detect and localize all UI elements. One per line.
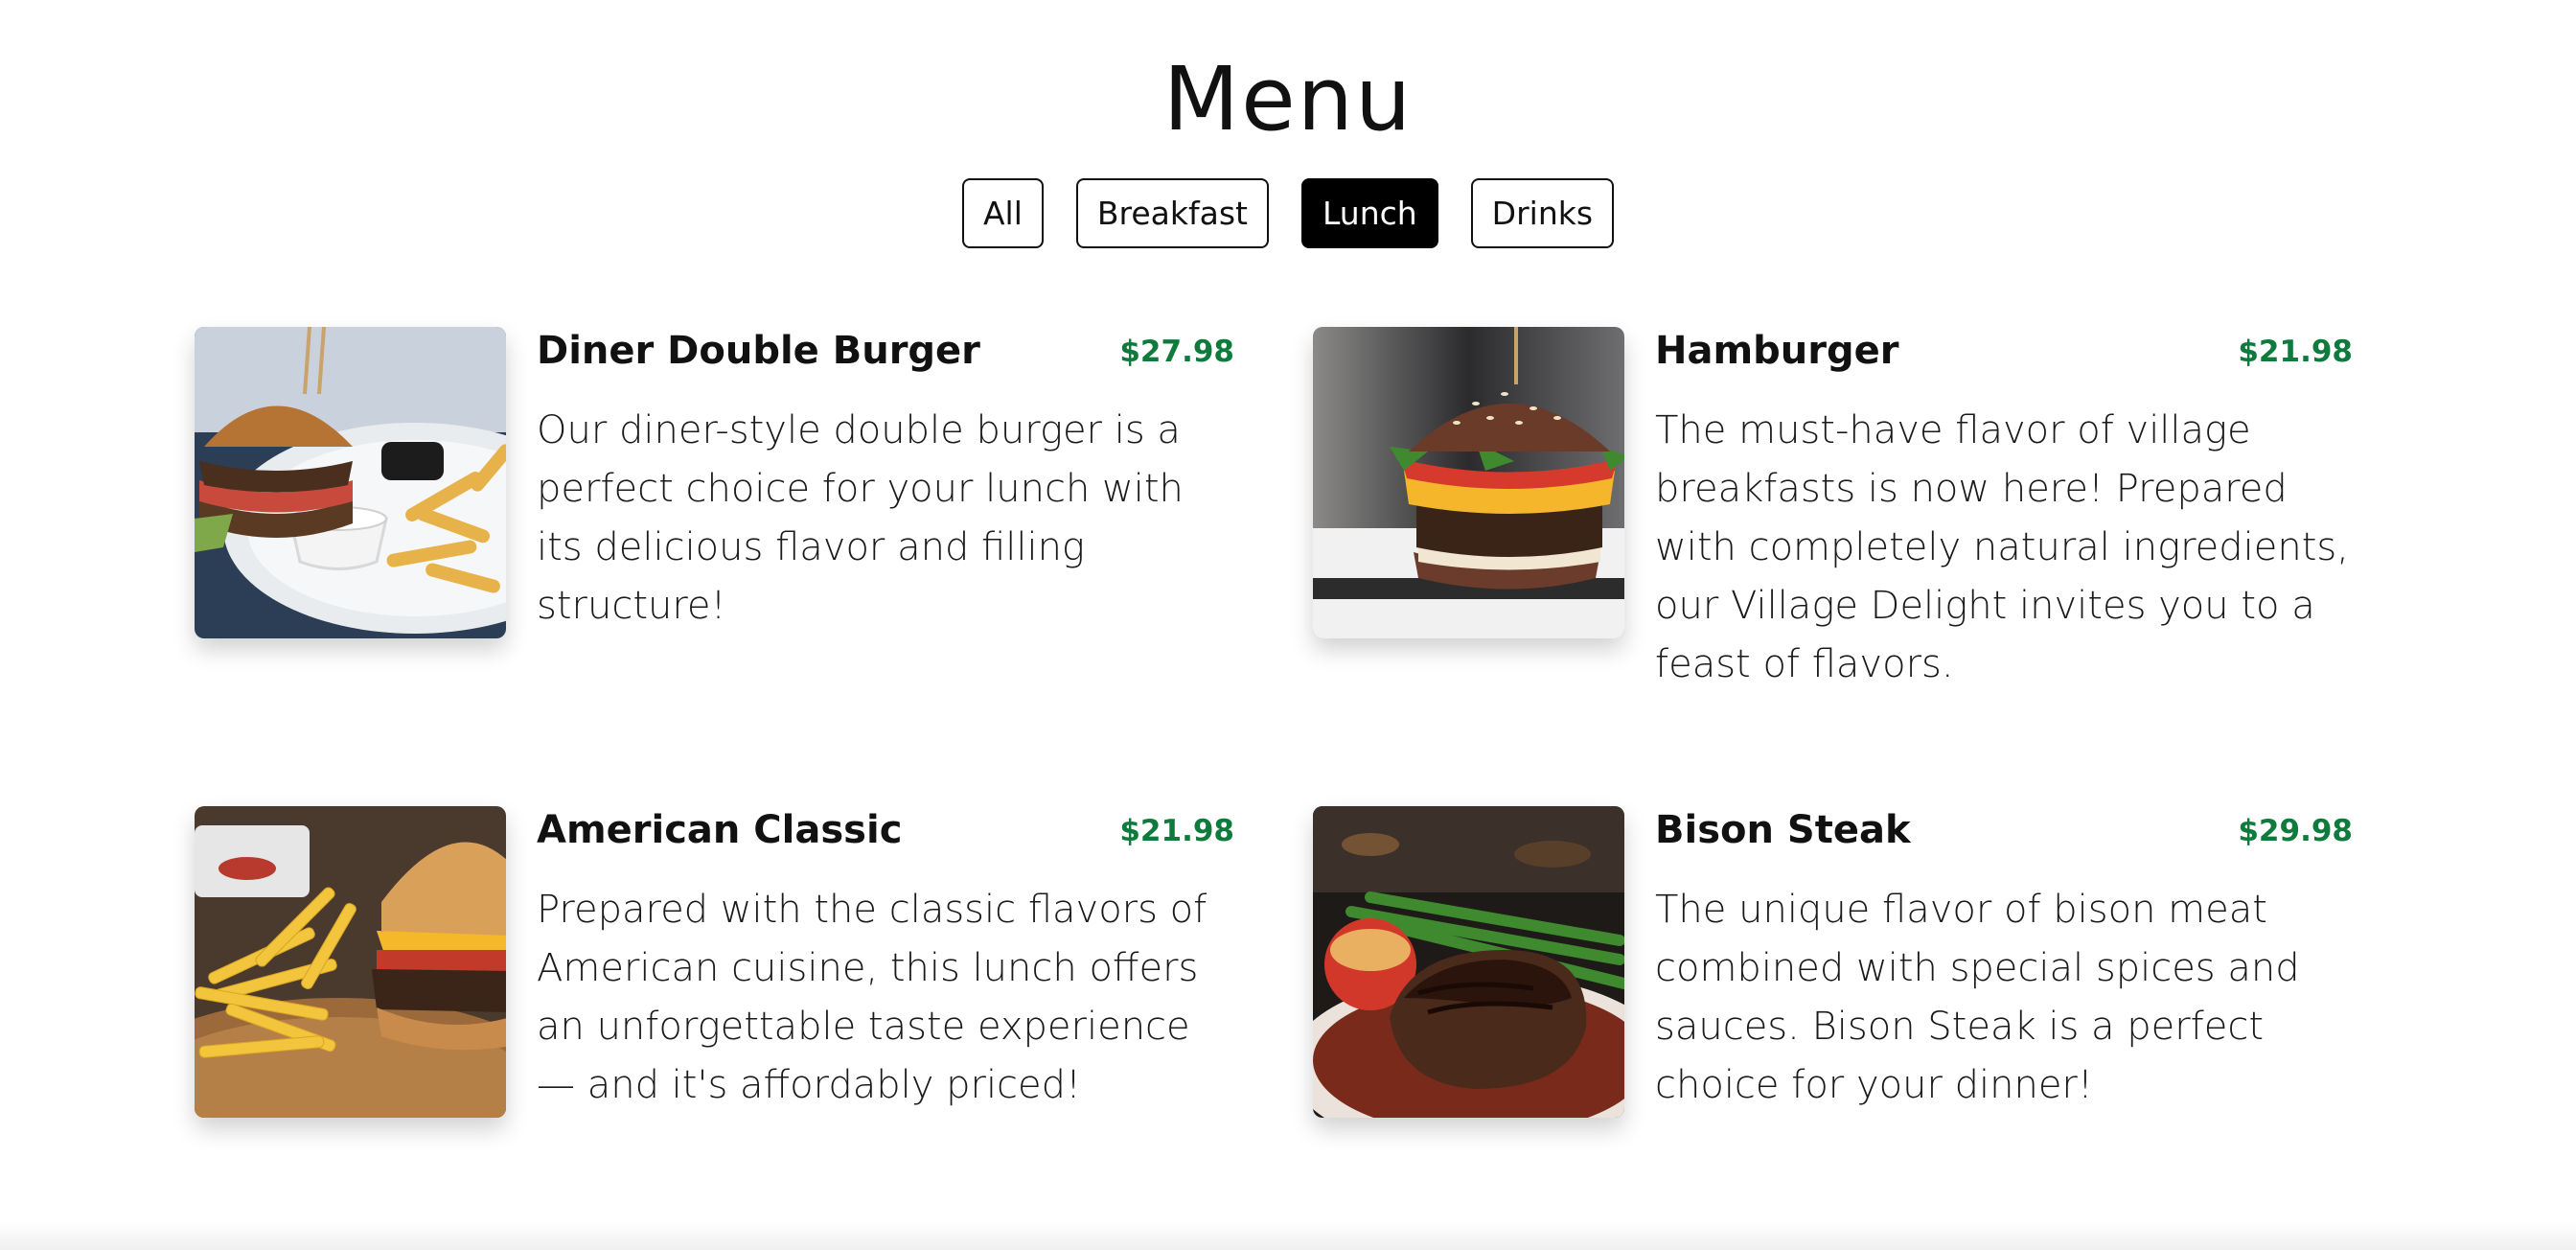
menu-item-name: American Classic [537,808,903,852]
egg-burger-photo [1313,327,1624,638]
page-title: Menu [1162,48,1414,150]
menu-item-description: The unique flavor of bison meat combined… [1655,888,2300,1107]
burger-fries-plate-photo [195,327,506,638]
menu-item-hamburger: Hamburger $21.98 The must-have flavor of… [1313,327,2353,768]
menu-item-description: Prepared with the classic flavors of Ame… [537,888,1208,1107]
menu-item-diner-double-burger: Diner Double Burger $27.98 Our diner-sty… [195,327,1234,768]
menu-item-image [1313,806,1624,1118]
menu-item-price: $21.98 [1119,814,1234,848]
steak-asparagus-photo [1313,806,1624,1118]
menu-item-price: $27.98 [1119,335,1234,369]
menu-item-american-classic: American Classic $21.98 Prepared with th… [195,806,1234,1247]
menu-item-description: The must-have flavor of village breakfas… [1655,408,2349,686]
menu-item-name: Hamburger [1655,329,1899,373]
cheeseburger-fries-board-photo [195,806,506,1118]
category-filters: All Breakfast Lunch Drinks [0,178,2576,248]
menu-item-price: $21.98 [2238,335,2353,369]
menu-item-image [1313,327,1624,638]
filter-drinks-button[interactable]: Drinks [1470,178,1615,248]
menu-item-description: Our diner-style double burger is a perfe… [537,408,1184,628]
menu-item-name: Bison Steak [1655,808,1911,852]
menu-item-image [195,327,506,638]
menu-item-price: $29.98 [2238,814,2353,848]
filter-breakfast-button[interactable]: Breakfast [1075,178,1269,248]
menu-item-image [195,806,506,1118]
footer-shadow [0,1221,2576,1250]
filter-lunch-button[interactable]: Lunch [1300,178,1438,248]
menu-item-bison-steak: Bison Steak $29.98 The unique flavor of … [1313,806,2353,1247]
filter-all-button[interactable]: All [961,178,1044,248]
menu-item-name: Diner Double Burger [537,329,980,373]
